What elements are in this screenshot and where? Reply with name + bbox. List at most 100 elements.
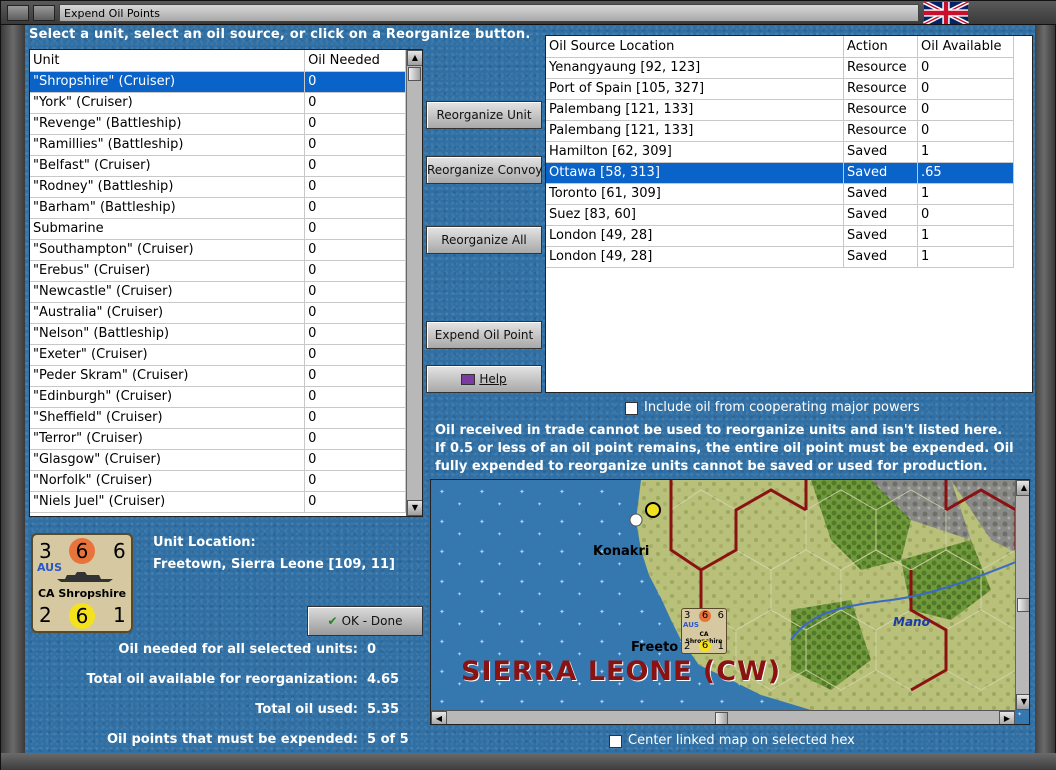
table-row[interactable]: "Nelson" (Battleship) 0	[30, 323, 406, 345]
unit-name-cell[interactable]: "Rodney" (Battleship)	[30, 176, 306, 198]
location-cell[interactable]: Palembang [121, 133]	[546, 120, 845, 142]
map-unit-counter[interactable]: 3 6 6 AUS CA Shropshire 2 6 1	[681, 608, 727, 654]
oil-needed-cell[interactable]: 0	[304, 491, 406, 513]
ok-done-button[interactable]: ✔ OK - Done	[307, 606, 423, 636]
unit-name-cell[interactable]: "Barham" (Battleship)	[30, 197, 306, 219]
oil-needed-cell[interactable]: 0	[304, 344, 406, 366]
table-row[interactable]: Port of Spain [105, 327] Resource 0	[546, 78, 1014, 100]
scroll-down-icon[interactable]: ▼	[407, 500, 422, 516]
oil-needed-cell[interactable]: 0	[304, 239, 406, 261]
table-row[interactable]: "Revenge" (Battleship) 0	[30, 113, 406, 135]
oil-needed-cell[interactable]: 0	[304, 176, 406, 198]
oil-available-cell[interactable]: 1	[917, 225, 1014, 247]
anchor-icon[interactable]	[629, 513, 643, 527]
table-row[interactable]: "Southampton" (Cruiser) 0	[30, 239, 406, 261]
location-cell[interactable]: Port of Spain [105, 327]	[546, 78, 845, 100]
table-row[interactable]: Ottawa [58, 313] Saved .65	[546, 162, 1014, 184]
unit-name-cell[interactable]: "Peder Skram" (Cruiser)	[30, 365, 306, 387]
table-row[interactable]: London [49, 28] Saved 1	[546, 225, 1014, 247]
column-header-location[interactable]: Oil Source Location	[546, 36, 845, 58]
unit-name-cell[interactable]: "Australia" (Cruiser)	[30, 302, 306, 324]
port-marker-icon[interactable]	[645, 502, 661, 518]
map-scroll-up-icon[interactable]: ▲	[1016, 480, 1029, 496]
reorganize-convoy-button[interactable]: Reorganize Convoy	[426, 156, 543, 184]
unit-name-cell[interactable]: "Ramillies" (Battleship)	[30, 134, 306, 156]
unit-name-cell[interactable]: "Nelson" (Battleship)	[30, 323, 306, 345]
location-cell[interactable]: Suez [83, 60]	[546, 204, 845, 226]
oil-needed-cell[interactable]: 0	[304, 92, 406, 114]
table-row[interactable]: "Exeter" (Cruiser) 0	[30, 344, 406, 366]
table-row[interactable]: "Niels Juel" (Cruiser) 0	[30, 491, 406, 513]
map-scroll-down-icon[interactable]: ▼	[1016, 694, 1029, 710]
oil-available-cell[interactable]: 0	[917, 57, 1014, 79]
action-cell[interactable]: Saved	[843, 141, 919, 163]
table-row[interactable]: "Shropshire" (Cruiser) 0	[30, 71, 406, 93]
center-map-checkbox[interactable]	[609, 735, 622, 748]
table-row[interactable]: Yenangyaung [92, 123] Resource 0	[546, 57, 1014, 79]
oil-needed-cell[interactable]: 0	[304, 449, 406, 471]
oil-needed-cell[interactable]: 0	[304, 386, 406, 408]
table-row[interactable]: Submarine 0	[30, 218, 406, 240]
action-cell[interactable]: Saved	[843, 204, 919, 226]
unit-name-cell[interactable]: "Niels Juel" (Cruiser)	[30, 491, 306, 513]
location-cell[interactable]: Toronto [61, 309]	[546, 183, 845, 205]
oil-available-cell[interactable]: 0	[917, 78, 1014, 100]
oil-needed-cell[interactable]: 0	[304, 302, 406, 324]
action-cell[interactable]: Saved	[843, 246, 919, 268]
expend-oil-point-button[interactable]: Expend Oil Point	[426, 321, 542, 349]
unit-name-cell[interactable]: "Edinburgh" (Cruiser)	[30, 386, 306, 408]
table-row[interactable]: Suez [83, 60] Saved 0	[546, 204, 1014, 226]
action-cell[interactable]: Resource	[843, 99, 919, 121]
linked-map[interactable]: ✦ ✦	[430, 479, 1030, 725]
table-row[interactable]: "Australia" (Cruiser) 0	[30, 302, 406, 324]
scroll-up-icon[interactable]: ▲	[407, 50, 422, 66]
unit-name-cell[interactable]: "Erebus" (Cruiser)	[30, 260, 306, 282]
oil-needed-cell[interactable]: 0	[304, 428, 406, 450]
oil-needed-cell[interactable]: 0	[304, 470, 406, 492]
column-header-oil-needed[interactable]: Oil Needed	[304, 50, 406, 72]
map-vertical-scrollbar[interactable]: ▲ ▼	[1015, 480, 1029, 710]
column-header-unit[interactable]: Unit	[30, 50, 306, 72]
table-row[interactable]: "Edinburgh" (Cruiser) 0	[30, 386, 406, 408]
include-oil-checkbox[interactable]	[625, 402, 638, 415]
reorganize-all-button[interactable]: Reorganize All	[426, 226, 542, 254]
minimize-button[interactable]	[7, 5, 29, 21]
unit-name-cell[interactable]: "Newcastle" (Cruiser)	[30, 281, 306, 303]
table-row[interactable]: Hamilton [62, 309] Saved 1	[546, 141, 1014, 163]
table-row[interactable]: "Belfast" (Cruiser) 0	[30, 155, 406, 177]
map-vscroll-thumb[interactable]	[1017, 598, 1029, 612]
table-row[interactable]: "Rodney" (Battleship) 0	[30, 176, 406, 198]
unit-name-cell[interactable]: "Belfast" (Cruiser)	[30, 155, 306, 177]
table-row[interactable]: "Barham" (Battleship) 0	[30, 197, 406, 219]
action-cell[interactable]: Saved	[843, 183, 919, 205]
table-row[interactable]: "Peder Skram" (Cruiser) 0	[30, 365, 406, 387]
oil-needed-cell[interactable]: 0	[304, 218, 406, 240]
table-row[interactable]: London [49, 28] Saved 1	[546, 246, 1014, 268]
oil-available-cell[interactable]: .65	[917, 162, 1014, 184]
map-horizontal-scrollbar[interactable]: ◀ ▶	[431, 710, 1015, 724]
oil-needed-cell[interactable]: 0	[304, 281, 406, 303]
unit-name-cell[interactable]: "Shropshire" (Cruiser)	[30, 71, 306, 93]
map-scroll-left-icon[interactable]: ◀	[431, 711, 447, 724]
unit-name-cell[interactable]: "Exeter" (Cruiser)	[30, 344, 306, 366]
units-scrollbar[interactable]: ▲ ▼	[406, 50, 422, 516]
action-cell[interactable]: Resource	[843, 78, 919, 100]
location-cell[interactable]: London [49, 28]	[546, 225, 845, 247]
oil-needed-cell[interactable]: 0	[304, 365, 406, 387]
action-cell[interactable]: Resource	[843, 57, 919, 79]
table-row[interactable]: "Terror" (Cruiser) 0	[30, 428, 406, 450]
unit-name-cell[interactable]: Submarine	[30, 218, 306, 240]
unit-name-cell[interactable]: "Revenge" (Battleship)	[30, 113, 306, 135]
oil-available-cell[interactable]: 0	[917, 204, 1014, 226]
table-row[interactable]: "York" (Cruiser) 0	[30, 92, 406, 114]
oil-needed-cell[interactable]: 0	[304, 407, 406, 429]
oil-needed-cell[interactable]: 0	[304, 113, 406, 135]
location-cell[interactable]: Ottawa [58, 313]	[546, 162, 845, 184]
action-cell[interactable]: Saved	[843, 225, 919, 247]
table-row[interactable]: "Glasgow" (Cruiser) 0	[30, 449, 406, 471]
column-header-action[interactable]: Action	[843, 36, 919, 58]
oil-available-cell[interactable]: 0	[917, 99, 1014, 121]
oil-available-cell[interactable]: 1	[917, 141, 1014, 163]
oil-needed-cell[interactable]: 0	[304, 155, 406, 177]
oil-available-cell[interactable]: 0	[917, 120, 1014, 142]
